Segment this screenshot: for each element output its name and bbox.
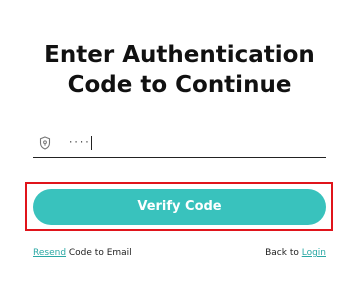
verify-code-button[interactable]: Verify Code: [33, 189, 326, 225]
back-to-login-text: Back to Login: [265, 246, 326, 260]
authentication-code-input[interactable]: ····: [68, 135, 92, 151]
back-to-prefix: Back to: [265, 248, 302, 258]
shield-icon: [39, 135, 51, 150]
page-title-line-2: Code to Continue: [67, 72, 292, 98]
resend-code-text: Resend Code to Email: [33, 246, 132, 260]
authentication-code-value: ····: [68, 138, 90, 148]
login-link[interactable]: Login: [302, 248, 326, 258]
resend-link[interactable]: Resend: [33, 248, 66, 258]
text-caret: [90, 135, 92, 150]
authentication-code-field[interactable]: ····: [33, 132, 326, 158]
page-title-line-1: Enter Authentication: [44, 42, 315, 68]
resend-suffix: Code to Email: [66, 248, 132, 258]
page-title: Enter Authentication Code to Continue: [0, 40, 359, 100]
